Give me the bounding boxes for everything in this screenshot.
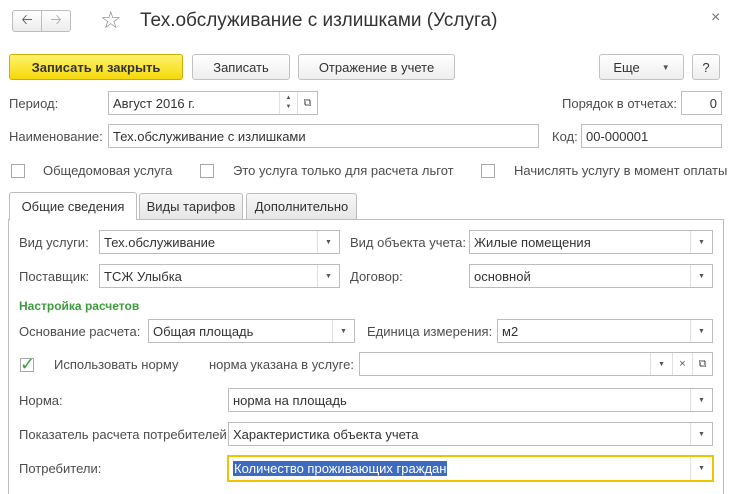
supplier-field[interactable]: ТСЖ Улыбка ▼ xyxy=(99,264,340,288)
norm-label: Норма: xyxy=(19,393,63,408)
chevron-down-icon[interactable]: ▼ xyxy=(650,353,672,375)
consumers-label: Потребители: xyxy=(19,461,102,476)
unit-label: Единица измерения: xyxy=(367,324,493,339)
service-type-label: Вид услуги: xyxy=(19,235,89,250)
arrow-left-icon: 🡠 xyxy=(21,11,33,27)
norm-value: норма на площадь xyxy=(233,392,347,408)
chevron-down-icon[interactable]: ▼ xyxy=(690,423,712,445)
object-type-field[interactable]: Жилые помещения ▼ xyxy=(469,230,713,254)
calc-settings-title: Настройка расчетов xyxy=(19,299,140,313)
charge-on-payment-label: Начислять услугу в момент оплаты xyxy=(514,163,728,178)
name-label: Наименование: xyxy=(9,129,103,144)
consumer-indicator-field[interactable]: Характеристика объекта учета ▼ xyxy=(228,422,713,446)
object-type-value: Жилые помещения xyxy=(474,234,591,250)
spin-down-icon: ▼ xyxy=(285,104,292,110)
supplier-value: ТСЖ Улыбка xyxy=(104,268,182,284)
contract-field[interactable]: основной ▼ xyxy=(469,264,713,288)
supplier-label: Поставщик: xyxy=(19,269,90,284)
checkmark-icon: ✓ xyxy=(20,354,36,374)
use-norm-label: Использовать норму xyxy=(54,357,179,372)
chevron-down-icon[interactable]: ▼ xyxy=(690,389,712,411)
tab-tariff-types[interactable]: Виды тарифов xyxy=(139,193,243,219)
unit-field[interactable]: м2 ▼ xyxy=(497,319,713,343)
more-label: Еще xyxy=(613,59,640,75)
back-button[interactable]: 🡠 xyxy=(12,10,42,32)
period-value: Август 2016 г. xyxy=(113,95,196,111)
consumers-value-wrap: Количество проживающих граждан xyxy=(229,461,690,476)
arrow-right-icon: 🡢 xyxy=(50,11,62,27)
chevron-down-icon[interactable]: ▼ xyxy=(317,265,339,287)
norm-field[interactable]: норма на площадь ▼ xyxy=(228,388,713,412)
consumer-indicator-label: Показатель расчета потребителей: xyxy=(19,427,231,442)
favorite-star-icon[interactable]: ☆ xyxy=(100,7,122,35)
chevron-down-icon[interactable]: ▼ xyxy=(690,231,712,253)
service-type-field[interactable]: Тех.обслуживание ▼ xyxy=(99,230,340,254)
calc-basis-field[interactable]: Общая площадь ▼ xyxy=(148,319,355,343)
save-button[interactable]: Записать xyxy=(192,54,290,80)
order-value: 0 xyxy=(709,95,717,111)
chevron-down-icon[interactable]: ▼ xyxy=(690,457,712,480)
common-house-checkbox[interactable] xyxy=(11,164,25,178)
period-field[interactable]: Август 2016 г. ▲ ▼ ⧉ xyxy=(108,91,318,115)
help-button[interactable]: ? xyxy=(692,54,720,80)
norm-in-service-field[interactable]: ▼ × ⧉ xyxy=(359,352,713,376)
norm-in-service-label: норма указана в услуге: xyxy=(209,357,354,372)
order-label: Порядок в отчетах: xyxy=(562,96,677,111)
more-button[interactable]: Еще ▼ xyxy=(599,54,684,80)
open-icon[interactable]: ⧉ xyxy=(297,92,317,114)
spin-up-icon: ▲ xyxy=(285,95,292,101)
forward-button[interactable]: 🡢 xyxy=(41,10,71,32)
order-field[interactable]: 0 xyxy=(681,91,722,115)
dropdown-arrow-icon: ▼ xyxy=(661,62,670,72)
accounting-button[interactable]: Отражение в учете xyxy=(298,54,455,80)
code-value: 00-000001 xyxy=(586,128,649,144)
calc-basis-label: Основание расчета: xyxy=(19,324,141,339)
chevron-down-icon[interactable]: ▼ xyxy=(690,320,712,342)
chevron-down-icon[interactable]: ▼ xyxy=(332,320,354,342)
unit-value: м2 xyxy=(502,323,519,339)
benefits-only-checkbox[interactable] xyxy=(200,164,214,178)
name-value: Тех.обслуживание с излишками xyxy=(113,128,306,144)
consumers-value: Количество проживающих граждан xyxy=(233,461,448,476)
consumer-indicator-value: Характеристика объекта учета xyxy=(233,426,419,442)
calc-basis-value: Общая площадь xyxy=(153,323,254,339)
charge-on-payment-checkbox[interactable] xyxy=(481,164,495,178)
period-label: Период: xyxy=(9,96,59,111)
name-field[interactable]: Тех.обслуживание с излишками xyxy=(108,124,539,148)
open-icon[interactable]: ⧉ xyxy=(692,353,712,375)
contract-label: Договор: xyxy=(350,269,403,284)
benefits-only-label: Это услуга только для расчета льгот xyxy=(233,163,454,178)
code-label: Код: xyxy=(552,129,578,144)
close-icon[interactable]: × xyxy=(711,9,720,27)
object-type-label: Вид объекта учета: xyxy=(350,235,466,250)
clear-icon[interactable]: × xyxy=(672,353,692,375)
service-type-value: Тех.обслуживание xyxy=(104,234,216,250)
common-house-label: Общедомовая услуга xyxy=(43,163,173,178)
code-field[interactable]: 00-000001 xyxy=(581,124,722,148)
consumers-field[interactable]: Количество проживающих граждан ▼ xyxy=(227,455,714,482)
window-title: Тех.обслуживание с излишками (Услуга) xyxy=(140,10,498,31)
chevron-down-icon[interactable]: ▼ xyxy=(690,265,712,287)
tab-additional[interactable]: Дополнительно xyxy=(246,193,357,219)
contract-value: основной xyxy=(474,268,531,284)
tab-general[interactable]: Общие сведения xyxy=(9,192,137,220)
chevron-down-icon[interactable]: ▼ xyxy=(317,231,339,253)
save-and-close-button[interactable]: Записать и закрыть xyxy=(9,54,183,80)
period-spinner[interactable]: ▲ ▼ xyxy=(279,92,297,114)
